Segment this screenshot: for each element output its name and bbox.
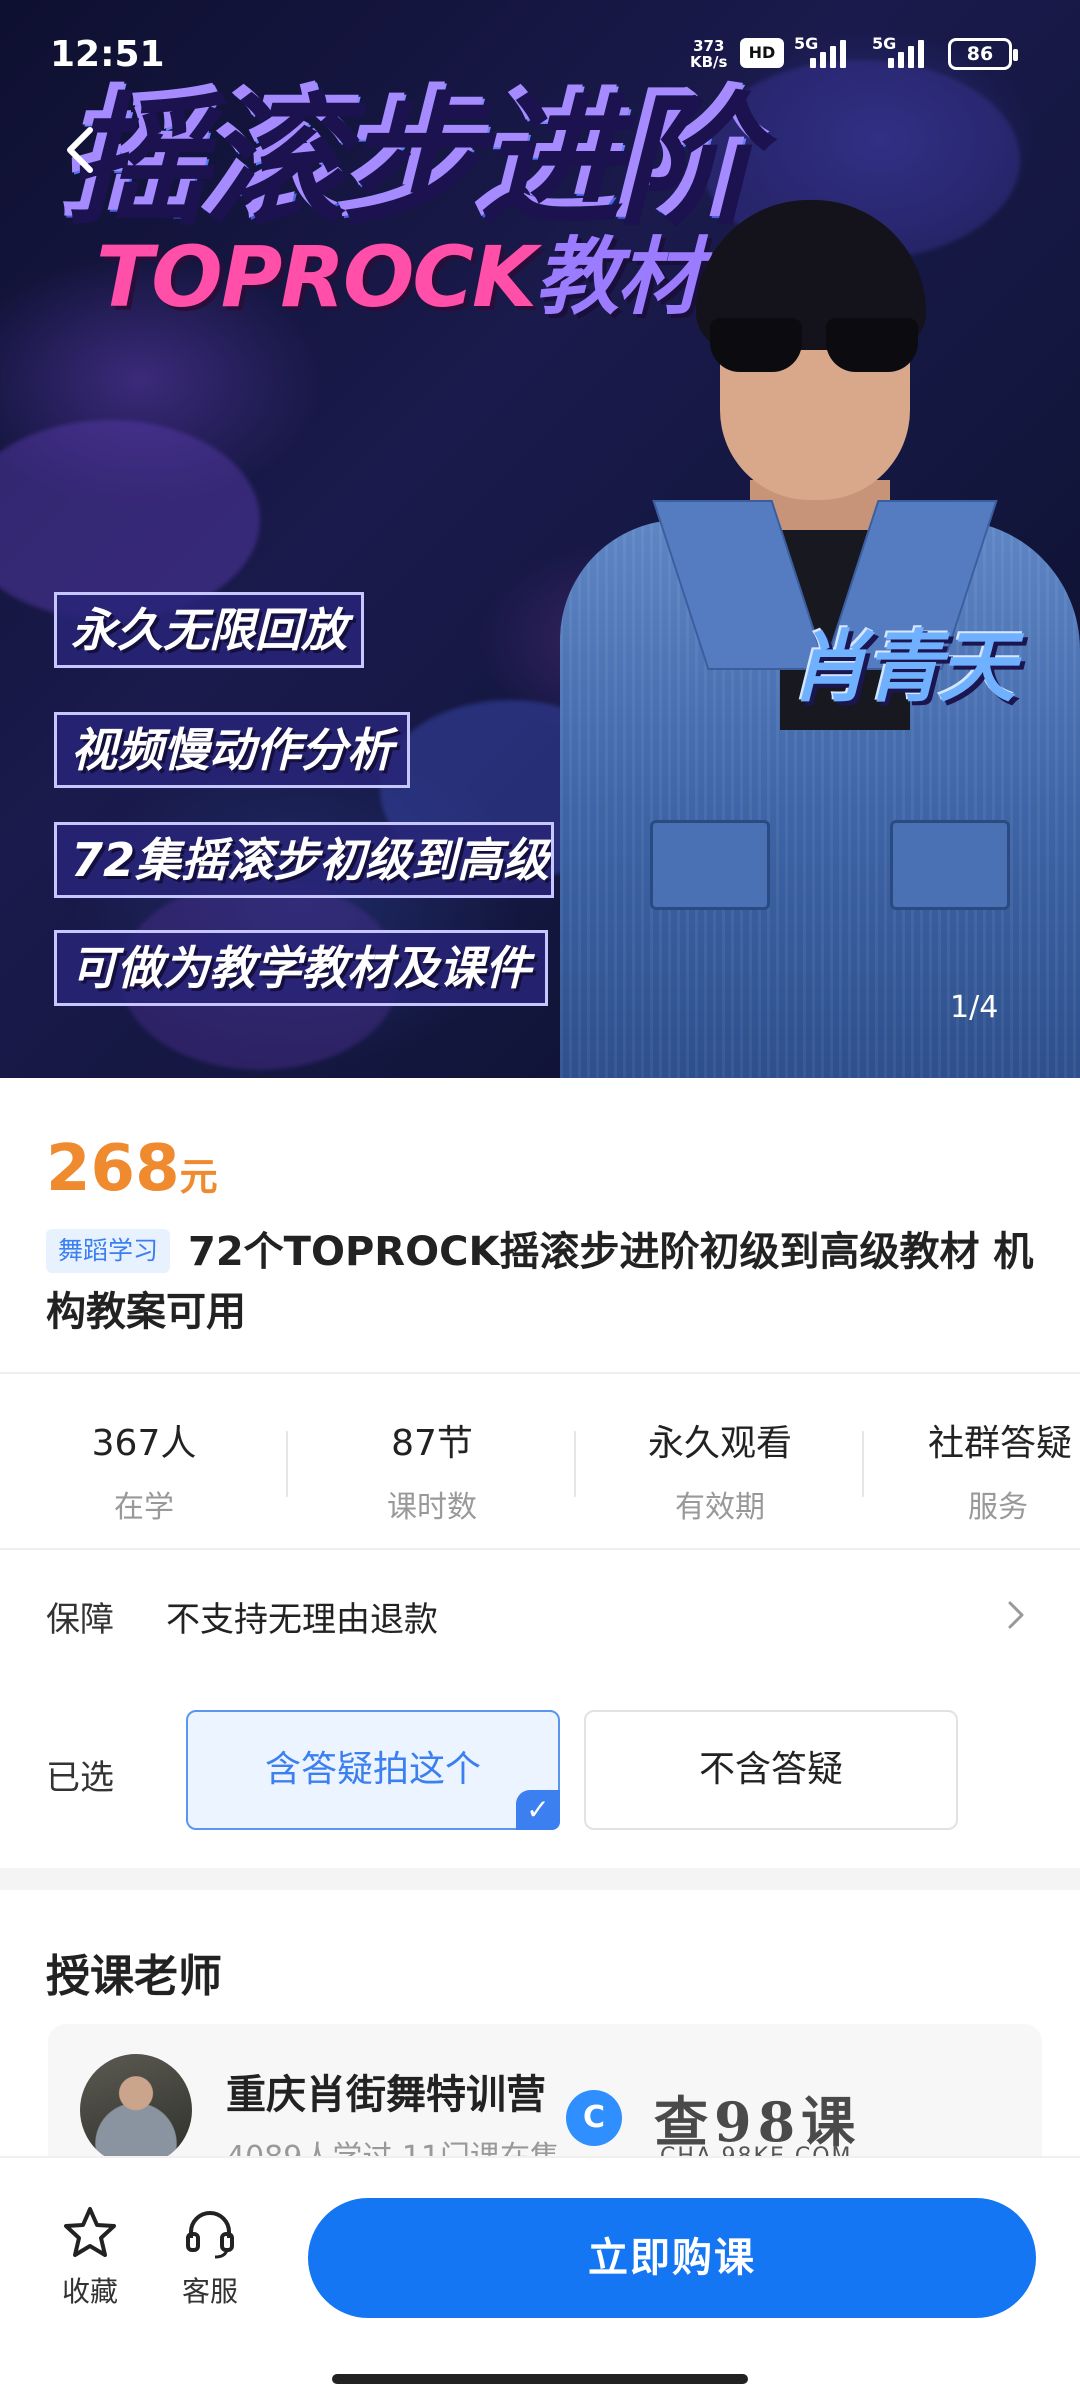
- chevron-right-icon: [1006, 1597, 1028, 1642]
- selected-label: 已选: [46, 1758, 114, 1798]
- back-button[interactable]: [60, 120, 120, 190]
- signal-icon: [810, 36, 846, 68]
- course-stats: 367人 在学 87节 课时数 永久观看 有效期 社群答疑 服务: [0, 1376, 1080, 1546]
- product-banner[interactable]: 摇滚步进阶 TOPROCK教材 永久无限回放 视频慢动作分析 72集摇滚步初级到…: [0, 0, 1080, 1078]
- stat-service: 社群答疑 服务: [928, 1423, 1073, 1525]
- teacher-section-title: 授课老师: [46, 1951, 222, 2002]
- product-title-text: 72个TOPROCK摇滚步进阶初级到高级教材 机构教案可用: [46, 1229, 1034, 1335]
- battery-icon: 86: [948, 38, 1018, 70]
- watermark-logo-icon: C: [566, 2090, 622, 2146]
- banner-feature: 72集摇滚步初级到高级: [54, 822, 554, 898]
- hd-icon: HD: [740, 38, 784, 68]
- banner-feature: 视频慢动作分析: [54, 712, 410, 788]
- price-value: 268: [46, 1132, 180, 1206]
- star-icon: [64, 2207, 116, 2257]
- stat-validity: 永久观看 有效期: [647, 1423, 792, 1525]
- option-with-qa[interactable]: 含答疑拍这个 ✓: [186, 1710, 560, 1830]
- favorite-button[interactable]: 收藏: [50, 2200, 130, 2310]
- status-bar: 12:51 373 KB/s HD 5G 5G 86: [0, 0, 1080, 100]
- stat-learners: 367人 在学: [91, 1423, 197, 1525]
- bottom-action-bar: 收藏 客服 立即购课: [0, 2156, 1080, 2400]
- banner-feature: 永久无限回放: [54, 592, 364, 668]
- banner-feature: 可做为教学教材及课件: [54, 930, 548, 1006]
- guarantee-label: 保障: [46, 1600, 114, 1640]
- buy-button[interactable]: 立即购课: [308, 2198, 1036, 2318]
- guarantee-value: 不支持无理由退款: [166, 1600, 438, 1640]
- price-unit: 元: [179, 1155, 218, 1199]
- category-tag: 舞蹈学习: [46, 1229, 171, 1273]
- section-gap: [0, 1868, 1080, 1890]
- chevron-left-icon: [67, 127, 93, 173]
- headset-icon: [186, 2211, 234, 2259]
- signal-icon: [888, 36, 924, 68]
- option-without-qa[interactable]: 不含答疑: [584, 1710, 958, 1830]
- stat-lessons: 87节 课时数: [387, 1423, 477, 1525]
- divider: [0, 1548, 1080, 1550]
- teacher-name: 重庆肖街舞特训营: [226, 2072, 546, 2118]
- divider: [0, 1372, 1080, 1374]
- avatar: [80, 2054, 192, 2166]
- customer-service-button[interactable]: 客服: [170, 2200, 250, 2310]
- price: 268元: [46, 1132, 218, 1206]
- status-time: 12:51: [50, 34, 165, 75]
- check-icon: ✓: [516, 1790, 560, 1830]
- banner-pager: 1/4: [950, 990, 999, 1025]
- product-title: 舞蹈学习 72个TOPROCK摇滚步进阶初级到高级教材 机构教案可用: [46, 1222, 1046, 1342]
- network-speed: 373 KB/s: [690, 37, 728, 71]
- banner-subtitle-en: TOPROCK: [96, 228, 537, 326]
- banner-teacher-name: 肖青天: [790, 623, 1016, 713]
- home-indicator[interactable]: [332, 2374, 748, 2384]
